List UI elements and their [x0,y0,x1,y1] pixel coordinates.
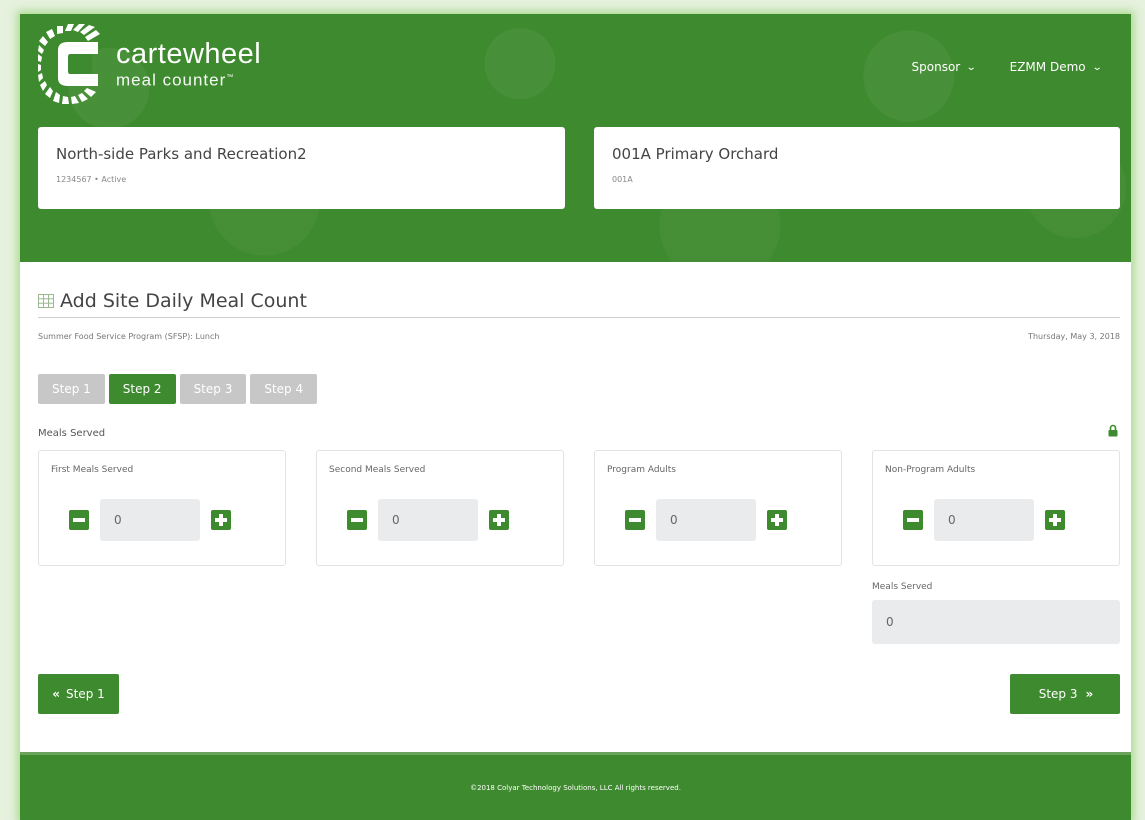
decrement-button[interactable] [347,510,367,530]
minus-icon [907,518,919,522]
counter-label: Second Meals Served [329,465,426,475]
double-chevron-left-icon: « [52,687,60,701]
cartewheel-logo-icon [38,24,100,104]
decrement-button[interactable] [625,510,645,530]
tab-step-4[interactable]: Step 4 [250,374,318,404]
next-step-button[interactable]: Step 3 » [1010,674,1120,714]
total-meals-field [872,600,1120,644]
grid-icon [38,293,54,308]
footer-copyright: ©2018 Colyar Technology Solutions, LLC A… [470,783,681,792]
page-title: Add Site Daily Meal Count [60,289,307,312]
user-menu[interactable]: EZMM Demo ⌄ [1009,60,1103,74]
lock-icon[interactable] [1108,424,1118,437]
decrement-button[interactable] [903,510,923,530]
counter-card-first-meals: First Meals Served [38,450,286,566]
app-window: cartewheel meal counter™ Sponsor ⌄ EZMM … [20,14,1131,820]
current-date: Thursday, May 3, 2018 [1028,332,1120,341]
sponsor-name: North-side Parks and Recreation2 [56,145,307,163]
section-label: Meals Served [38,428,106,439]
minus-icon [73,518,85,522]
chevron-down-icon: ⌄ [1091,61,1103,73]
counter-card-program-adults: Program Adults [594,450,842,566]
minus-icon [629,518,641,522]
counter-label: Program Adults [607,465,676,475]
counter-label: Non-Program Adults [885,465,976,475]
increment-button[interactable] [1045,510,1065,530]
top-nav: Sponsor ⌄ EZMM Demo ⌄ [911,60,1103,74]
brand-subtitle: meal counter [116,70,227,90]
second-meals-input[interactable] [378,499,478,541]
increment-button[interactable] [211,510,231,530]
counter-label: First Meals Served [51,465,134,475]
logo[interactable]: cartewheel meal counter™ [38,24,261,104]
site-id: 001A [612,175,633,184]
user-menu-label: EZMM Demo [1009,60,1086,74]
sponsor-card[interactable]: North-side Parks and Recreation2 1234567… [38,127,565,209]
trademark-symbol: ™ [226,73,235,81]
counter-card-second-meals: Second Meals Served [316,450,564,566]
next-step-label: Step 3 [1038,687,1078,701]
increment-button[interactable] [489,510,509,530]
counter-card-non-program-adults: Non-Program Adults [872,450,1120,566]
decrement-button[interactable] [69,510,89,530]
previous-step-label: Step 1 [65,687,105,701]
increment-button[interactable] [767,510,787,530]
page-title-row: Add Site Daily Meal Count [38,284,1120,318]
previous-step-button[interactable]: « Step 1 [38,674,119,714]
site-name: 001A Primary Orchard [612,145,779,163]
sponsor-id-status: 1234567 • Active [56,175,127,184]
first-meals-input[interactable] [100,499,200,541]
program-adults-input[interactable] [656,499,756,541]
tab-step-1[interactable]: Step 1 [38,374,105,404]
program-name: Summer Food Service Program (SFSP): Lunc… [38,332,220,341]
header: cartewheel meal counter™ Sponsor ⌄ EZMM … [20,14,1131,262]
chevron-down-icon: ⌄ [965,61,977,73]
double-chevron-right-icon: » [1085,687,1094,701]
brand-name: cartewheel [116,37,262,70]
tab-step-2[interactable]: Step 2 [108,374,176,404]
site-card[interactable]: 001A Primary Orchard 001A [594,127,1120,209]
sponsor-menu[interactable]: Sponsor ⌄ [911,60,977,74]
step-tabs: Step 1 Step 2 Step 3 Step 4 [38,374,318,404]
tab-step-3[interactable]: Step 3 [179,374,247,404]
footer: ©2018 Colyar Technology Solutions, LLC A… [20,752,1131,820]
minus-icon [351,518,363,522]
non-program-adults-input[interactable] [934,499,1034,541]
sponsor-menu-label: Sponsor [911,60,961,74]
total-meals-label: Meals Served [872,582,933,592]
